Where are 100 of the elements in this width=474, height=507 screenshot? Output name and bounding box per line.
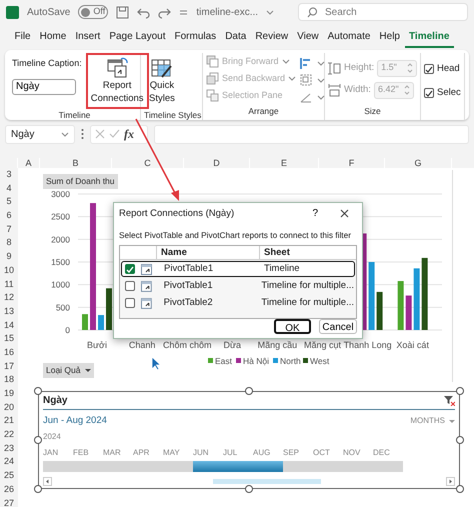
row-header[interactable]: 11 bbox=[0, 278, 18, 292]
customize-icon[interactable] bbox=[179, 8, 188, 16]
checkbox-label: Selec bbox=[437, 86, 461, 100]
scroll-left-button[interactable] bbox=[43, 477, 52, 486]
row-header[interactable]: 17 bbox=[0, 360, 18, 374]
caret-icon[interactable] bbox=[317, 94, 326, 101]
ribbon-tab[interactable]: Timeline bbox=[404, 27, 454, 48]
month-tile[interactable] bbox=[163, 461, 192, 472]
row-header[interactable]: 15 bbox=[0, 332, 18, 346]
table-row[interactable]: PivotTable1 Timeline for multiple... bbox=[121, 278, 355, 294]
row-header[interactable]: 7 bbox=[0, 222, 18, 236]
formula-field[interactable] bbox=[154, 124, 469, 144]
close-icon[interactable] bbox=[340, 209, 349, 218]
column-header[interactable]: F bbox=[319, 158, 385, 168]
bar bbox=[414, 268, 420, 330]
caret-icon bbox=[288, 75, 296, 82]
report-connections-icon bbox=[106, 57, 129, 79]
checkbox[interactable] bbox=[424, 64, 434, 74]
file-name[interactable]: timeline-exc... bbox=[196, 4, 258, 20]
column-header[interactable]: C bbox=[112, 158, 184, 168]
row-header[interactable]: 13 bbox=[0, 304, 18, 319]
ribbon-tab[interactable]: File bbox=[10, 27, 36, 48]
month-tile[interactable] bbox=[43, 461, 72, 472]
report-connections-button[interactable]: Report Connections bbox=[86, 53, 149, 109]
row-header[interactable]: 24 bbox=[0, 455, 18, 470]
clear-filter-icon[interactable] bbox=[444, 396, 455, 406]
row-header[interactable]: 10 bbox=[0, 264, 18, 278]
column-header[interactable]: G bbox=[385, 158, 452, 168]
month-tile[interactable] bbox=[283, 461, 312, 472]
search-field[interactable]: Search bbox=[298, 3, 468, 21]
row-header[interactable]: 21 bbox=[0, 414, 18, 428]
caption-field[interactable]: Ngày bbox=[12, 78, 76, 94]
month-tile[interactable] bbox=[253, 461, 282, 472]
redo-icon[interactable] bbox=[158, 6, 172, 18]
ribbon-tab[interactable]: Formulas bbox=[170, 27, 221, 48]
column-header[interactable]: Sheet bbox=[260, 246, 290, 260]
month-label: MAR bbox=[103, 447, 122, 460]
dialog-button[interactable]: OK bbox=[274, 319, 311, 334]
ribbon-tab[interactable]: Review bbox=[250, 27, 293, 48]
group-icon[interactable] bbox=[300, 74, 314, 87]
row-header[interactable]: 18 bbox=[0, 373, 18, 387]
row-header[interactable]: 4 bbox=[0, 182, 18, 196]
spinner-icon[interactable] bbox=[407, 63, 414, 73]
bar bbox=[98, 315, 104, 330]
row-header[interactable]: 23 bbox=[0, 442, 18, 456]
group-label: Size bbox=[363, 105, 382, 118]
row-header[interactable]: 19 bbox=[0, 387, 18, 401]
ribbon-tab[interactable]: Insert bbox=[70, 27, 105, 48]
help-button[interactable]: ? bbox=[312, 206, 318, 222]
column-header[interactable]: A bbox=[18, 158, 40, 168]
column-header[interactable]: D bbox=[184, 158, 250, 168]
spinner-icon[interactable] bbox=[404, 85, 410, 95]
month-tile[interactable] bbox=[193, 461, 222, 472]
ribbon-tab[interactable]: Data bbox=[220, 27, 251, 48]
name-box[interactable]: Ngày bbox=[5, 124, 75, 144]
row-header[interactable]: 3 bbox=[0, 168, 18, 182]
checkbox[interactable] bbox=[424, 88, 434, 98]
row-header[interactable]: 26 bbox=[0, 482, 18, 496]
table-row[interactable]: PivotTable1 Timeline bbox=[121, 261, 355, 278]
checkbox[interactable] bbox=[125, 264, 135, 274]
undo-icon[interactable] bbox=[137, 6, 150, 18]
row-header[interactable]: 6 bbox=[0, 209, 18, 223]
row-header[interactable]: 16 bbox=[0, 346, 18, 360]
time-level-dropdown[interactable]: MONTHS bbox=[410, 415, 455, 428]
ribbon-tab[interactable]: Page Layout bbox=[104, 27, 170, 48]
scrollbar-thumb[interactable] bbox=[212, 479, 322, 484]
ribbon-tab[interactable]: Home bbox=[35, 27, 71, 48]
month-tile[interactable] bbox=[373, 461, 402, 472]
row-header[interactable]: 20 bbox=[0, 400, 18, 414]
row-header[interactable]: 25 bbox=[0, 469, 18, 483]
column-header[interactable]: Name bbox=[157, 246, 260, 260]
row-header[interactable]: 9 bbox=[0, 250, 18, 264]
ribbon-tab[interactable]: Help bbox=[374, 27, 404, 48]
more-icon[interactable] bbox=[81, 128, 84, 140]
row-header[interactable]: 8 bbox=[0, 236, 18, 250]
caret-icon[interactable] bbox=[317, 77, 326, 84]
table-row[interactable]: PivotTable2 Timeline for multiple... bbox=[121, 295, 355, 312]
caret-icon[interactable] bbox=[317, 60, 326, 67]
scroll-right-button[interactable] bbox=[446, 477, 455, 486]
caret-icon[interactable] bbox=[266, 8, 274, 16]
dialog-button[interactable]: Cancel bbox=[319, 319, 357, 334]
ribbon-tab[interactable]: Automate bbox=[323, 27, 375, 48]
insert-function-button[interactable]: fx bbox=[124, 125, 134, 143]
row-header[interactable]: 12 bbox=[0, 291, 18, 305]
timeline-caption: Ngày bbox=[43, 394, 68, 408]
field-button[interactable]: Loại Quả bbox=[43, 363, 94, 378]
field-button[interactable]: Sum of Doanh thu bbox=[43, 174, 118, 189]
row-header[interactable]: 14 bbox=[0, 318, 18, 332]
row-header[interactable]: 5 bbox=[0, 195, 18, 210]
rotate-icon[interactable] bbox=[300, 91, 314, 104]
checkbox[interactable] bbox=[125, 281, 135, 292]
checkbox[interactable] bbox=[125, 298, 135, 308]
save-icon[interactable] bbox=[116, 6, 130, 18]
ribbon-tab[interactable]: View bbox=[292, 27, 324, 48]
row-header[interactable]: 27 bbox=[0, 496, 18, 507]
column-header[interactable]: E bbox=[250, 158, 319, 168]
autosave-toggle[interactable]: Off bbox=[78, 5, 108, 19]
column-header[interactable]: B bbox=[40, 158, 112, 168]
month-label: AUG bbox=[253, 447, 272, 460]
row-header[interactable]: 22 bbox=[0, 428, 18, 442]
